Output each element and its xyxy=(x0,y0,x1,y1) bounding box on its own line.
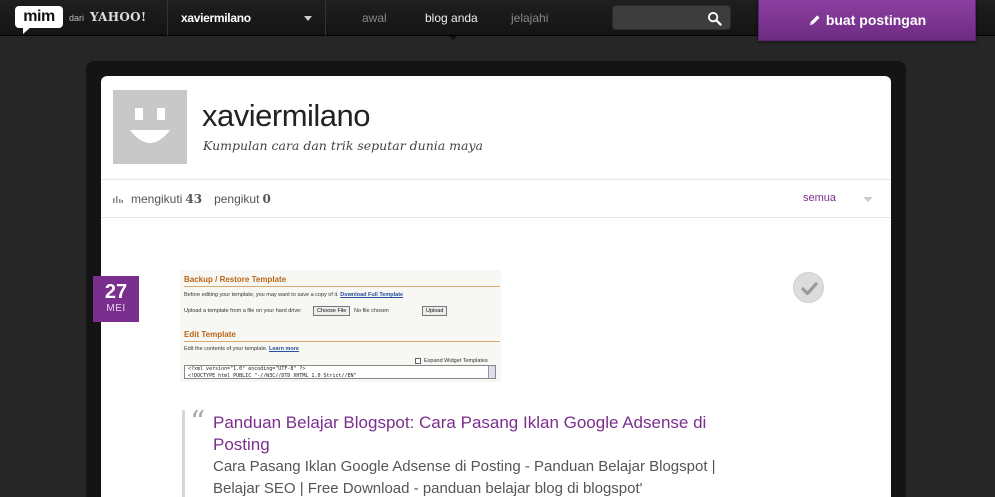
thumb-text: No file chosen xyxy=(354,308,389,314)
divider xyxy=(101,217,891,218)
following-label[interactable]: mengikuti xyxy=(131,192,182,206)
divider xyxy=(101,179,891,180)
post-day: 27 xyxy=(104,281,128,303)
chevron-down-icon[interactable] xyxy=(304,16,312,21)
nav-home[interactable]: awal xyxy=(362,11,387,25)
checkmark-icon xyxy=(801,282,818,296)
logo-area[interactable]: mim dari YAHOO! xyxy=(0,0,168,36)
thumb-heading: Backup / Restore Template xyxy=(184,275,287,284)
from-text: dari xyxy=(69,13,85,23)
top-bar: mim dari YAHOO! xaviermilano awal blog a… xyxy=(0,0,995,41)
search-icon[interactable] xyxy=(707,11,722,26)
quote-title-link[interactable]: Panduan Belajar Blogspot: Cara Pasang Ik… xyxy=(213,412,753,456)
quote-icon: “ xyxy=(190,405,206,440)
thumb-checkbox xyxy=(415,358,421,364)
yahoo-logo[interactable]: YAHOO! xyxy=(90,10,146,24)
thumb-heading: Edit Template xyxy=(184,330,236,339)
thumb-text: Upload a template from a file on your ha… xyxy=(184,308,302,314)
post-image[interactable]: Backup / Restore Template Before editing… xyxy=(180,270,501,382)
user-menu[interactable]: xaviermilano xyxy=(168,0,326,36)
thumb-text: Expand Widget Templates xyxy=(424,358,488,364)
search-input[interactable] xyxy=(612,5,731,30)
create-post-button[interactable]: buat postingan xyxy=(758,0,976,41)
stats-icon xyxy=(113,196,123,203)
post-date-badge: 27 MEI xyxy=(93,276,139,322)
mim-logo[interactable]: mim xyxy=(15,6,63,34)
thumb-text: Before editing your template, you may wa… xyxy=(184,292,404,298)
followers-label[interactable]: pengikut xyxy=(214,192,259,206)
blog-tagline: Kumpulan cara dan trik seputar dunia may… xyxy=(203,138,484,153)
smiley-icon xyxy=(130,108,170,143)
filter-dropdown[interactable]: semua xyxy=(803,192,836,204)
quote-body: Cara Pasang Iklan Google Adsense di Post… xyxy=(213,458,716,497)
avatar[interactable] xyxy=(113,90,187,164)
thumb-text: Edit the contents of your template. Lear… xyxy=(184,346,299,352)
post-month: MEI xyxy=(106,303,126,314)
thumb-choose-file: Choose File xyxy=(313,306,351,316)
create-post-label: buat postingan xyxy=(825,12,927,28)
following-count[interactable]: 43 xyxy=(185,192,202,206)
thumb-code-box: <?xml version="1.0" encoding="UTF-8" ?> … xyxy=(184,365,496,379)
nav-your-blog[interactable]: blog anda xyxy=(425,11,478,25)
follow-stats: mengikuti 43 pengikut 0 xyxy=(113,192,283,206)
thumb-rule xyxy=(184,341,500,342)
pencil-icon xyxy=(809,15,820,26)
thumb-rule xyxy=(184,286,500,287)
nav-explore[interactable]: jelajahi xyxy=(511,11,548,25)
chevron-down-icon[interactable] xyxy=(863,197,873,202)
thumb-upload: Upload xyxy=(422,306,448,316)
followers-count[interactable]: 0 xyxy=(262,192,270,206)
blog-title[interactable]: xaviermilano xyxy=(202,98,371,134)
username[interactable]: xaviermilano xyxy=(181,11,251,25)
checkmark-button[interactable] xyxy=(793,272,824,303)
quote-bar xyxy=(182,410,185,497)
active-nav-pointer xyxy=(449,36,457,40)
